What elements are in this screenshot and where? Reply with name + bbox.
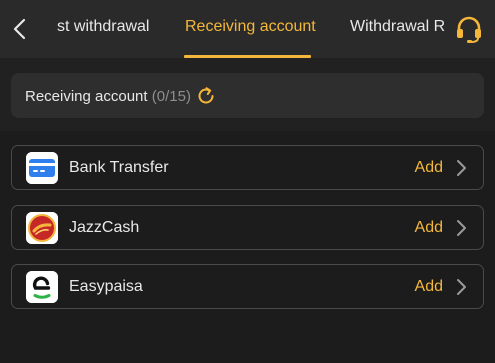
- top-navigation-bar: st withdrawal Receiving account Withdraw…: [0, 0, 495, 58]
- chevron-right-icon: [457, 220, 466, 236]
- tab-strip: st withdrawal Receiving account Withdraw…: [38, 0, 450, 58]
- tab-receiving-account[interactable]: Receiving account: [185, 18, 316, 36]
- chevron-right-icon: [457, 160, 466, 176]
- method-name: JazzCash: [69, 219, 140, 236]
- add-button[interactable]: Add: [415, 219, 443, 237]
- method-row-easypaisa[interactable]: Easypaisa Add: [11, 264, 484, 309]
- bank-card-icon: [26, 152, 58, 184]
- method-row-jazzcash[interactable]: JazzCash Add: [11, 205, 484, 250]
- tab-last-withdrawal[interactable]: st withdrawal: [57, 18, 149, 36]
- receiving-account-label: Receiving account (0/15): [25, 88, 191, 105]
- customer-support-button[interactable]: [454, 14, 484, 44]
- chevron-right-icon: [457, 279, 466, 295]
- chevron-left-icon: [13, 18, 26, 40]
- add-button[interactable]: Add: [415, 278, 443, 296]
- tab-withdrawal-records[interactable]: Withdrawal R: [350, 18, 445, 36]
- active-tab-indicator: [184, 55, 311, 58]
- add-button[interactable]: Add: [415, 159, 443, 177]
- refresh-icon: [198, 87, 214, 104]
- receiving-account-title: Receiving account: [25, 88, 148, 105]
- headset-icon: [457, 16, 481, 43]
- method-name: Bank Transfer: [69, 159, 169, 176]
- jazzcash-logo: [26, 212, 58, 244]
- easypaisa-logo: [26, 271, 58, 303]
- account-count: (0/15): [151, 88, 191, 105]
- back-button[interactable]: [8, 14, 32, 44]
- method-row-bank-transfer[interactable]: Bank Transfer Add: [11, 145, 484, 190]
- method-name: Easypaisa: [69, 278, 143, 295]
- receiving-account-summary: Receiving account (0/15): [11, 73, 484, 118]
- refresh-button[interactable]: [196, 86, 216, 106]
